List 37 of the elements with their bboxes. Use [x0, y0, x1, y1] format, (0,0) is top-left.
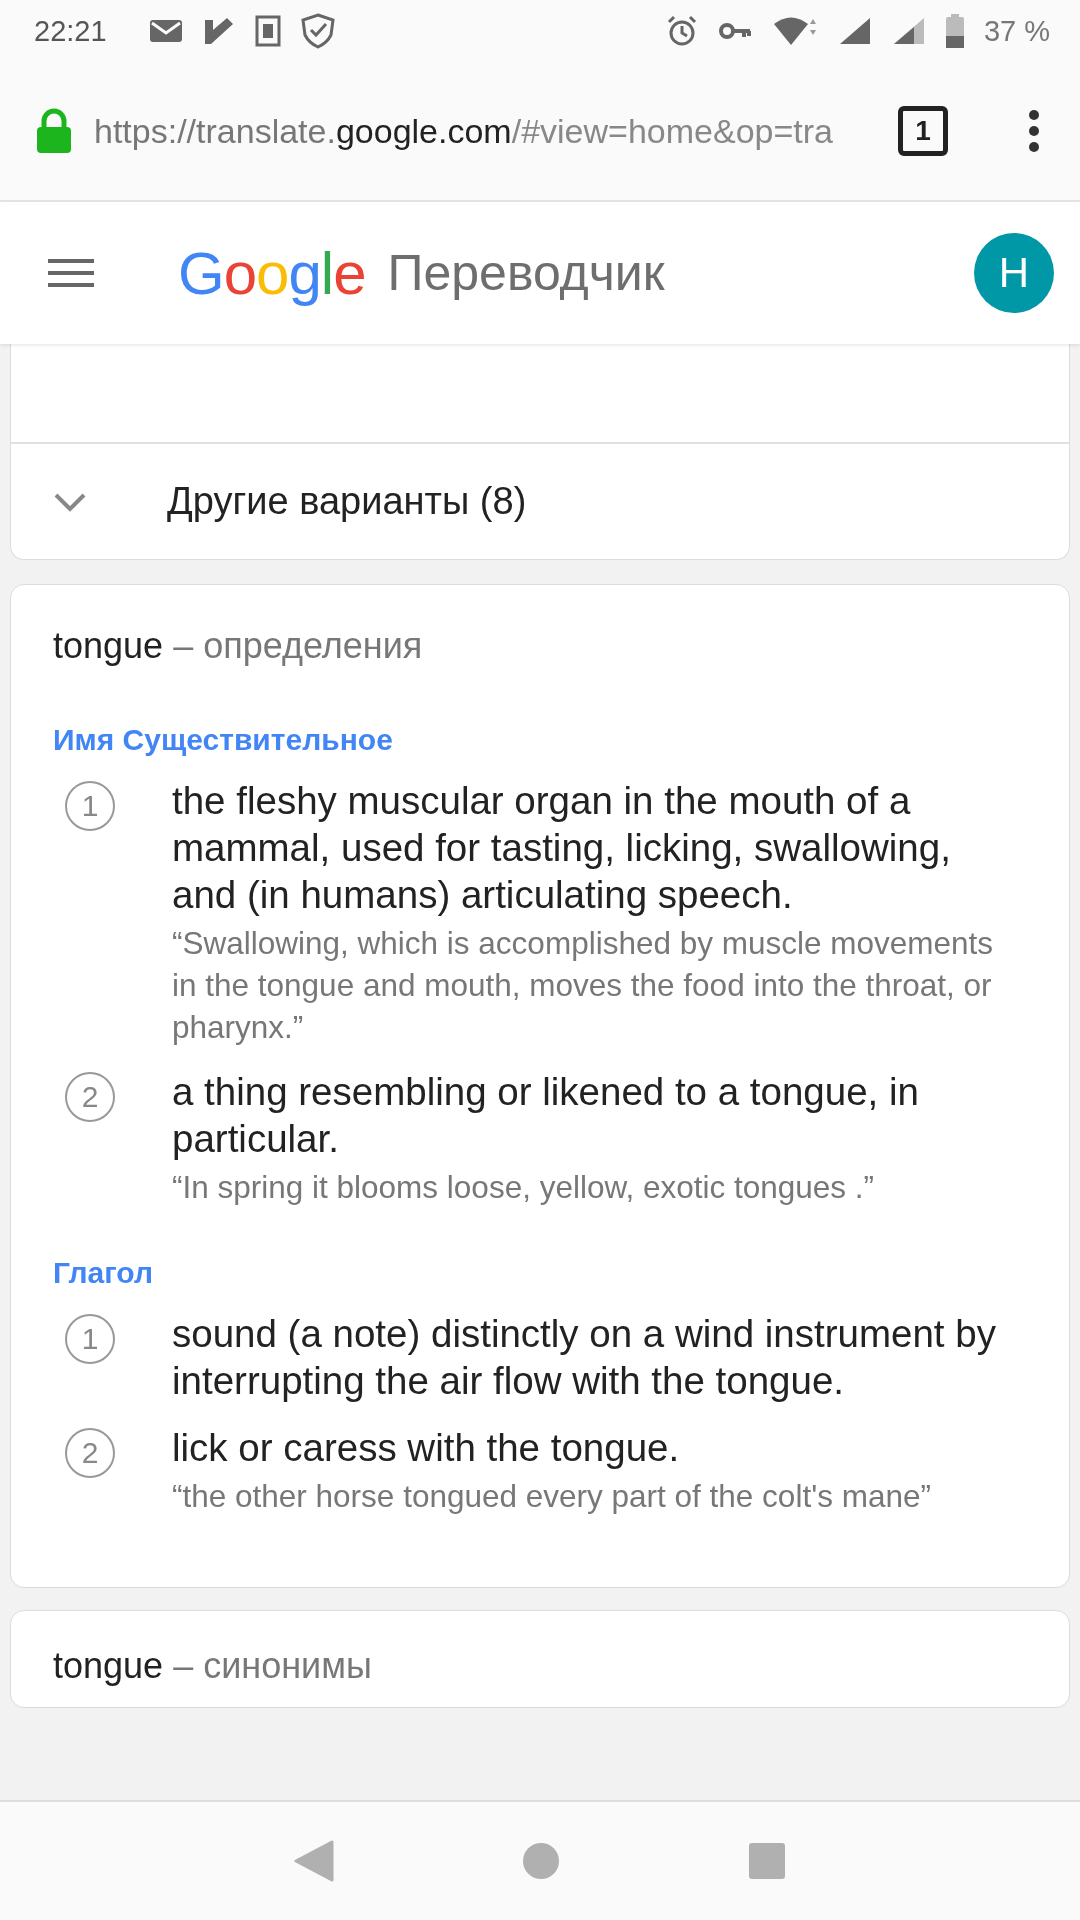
tab-count-button[interactable]: 1 — [898, 106, 948, 156]
shield-icon — [300, 13, 335, 49]
alternatives-row[interactable]: Другие варианты (8) — [11, 444, 1069, 559]
card-icon — [254, 15, 281, 47]
battery-percent: 37 % — [983, 14, 1050, 48]
definition-text: the fleshy muscular organ in the mouth of a mammal, used for tasting, licking, swallowing, and (in humans) articulating speech. — [172, 778, 952, 918]
wifi-icon — [771, 15, 818, 47]
google-logo: Google — [178, 238, 366, 308]
sense-number: 1 — [65, 1314, 115, 1364]
checkmark-icon — [202, 16, 235, 46]
definitions-title: tongue – определения — [53, 625, 424, 667]
example-text: “the other horse tongued every part of the colt's mane” — [172, 1477, 931, 1516]
url-text[interactable]: https://translate.google.com/#view=home&op=tra — [94, 111, 874, 151]
definition-text: a thing resembling or likened to a tongue, in particular. — [172, 1069, 920, 1162]
sense-number: 2 — [65, 1428, 115, 1478]
definition-text: sound (a note) distinctly on a wind instrument by interrupting the air flow with the tongue. — [172, 1311, 997, 1404]
clock: 22:21 — [34, 14, 107, 48]
home-icon[interactable] — [522, 1842, 560, 1880]
account-avatar[interactable]: H — [974, 233, 1054, 313]
synonyms-title: tongue – синонимы — [53, 1645, 373, 1687]
example-text: “In spring it blooms loose, yellow, exotic tongues .” — [172, 1168, 876, 1207]
menu-icon[interactable] — [48, 257, 96, 289]
part-of-speech: Глагол — [53, 1256, 154, 1290]
example-text: “Swallowing, which is accomplished by muscle movements in the tongue and mouth, moves the food into the throat, or pharynx.” — [172, 924, 995, 1047]
lock-icon — [36, 108, 72, 154]
mail-icon — [148, 18, 183, 44]
sense-number: 1 — [65, 781, 115, 831]
recents-icon[interactable] — [748, 1842, 786, 1880]
key-icon — [717, 21, 752, 41]
sense-number: 2 — [65, 1072, 115, 1122]
more-icon[interactable] — [1028, 109, 1040, 153]
alarm-icon — [665, 15, 698, 47]
part-of-speech: Имя Существительное — [53, 723, 394, 757]
battery-icon — [945, 14, 964, 48]
back-icon[interactable] — [294, 1840, 334, 1882]
definition-text: lick or caress with the tongue. — [172, 1425, 681, 1471]
app-title: Переводчик — [387, 244, 665, 302]
